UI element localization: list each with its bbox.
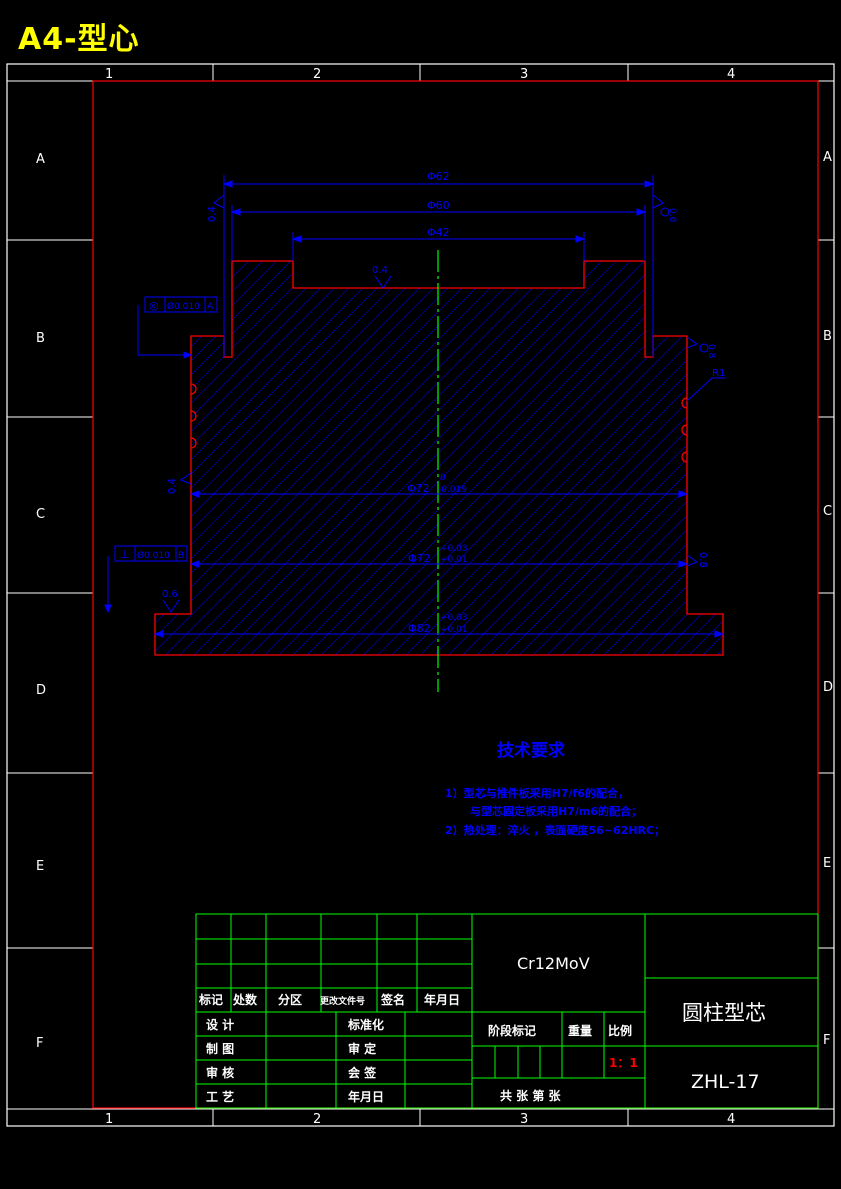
col-label-bottom: 2 — [313, 1112, 321, 1127]
material: Cr12MoV — [517, 954, 590, 973]
dim-d72b-tol-bot: +0.01 — [440, 555, 468, 565]
gtol-frame-bottom: ⊥ Ø0.010 B — [114, 545, 188, 562]
roughness-right-low: 0.8 — [697, 552, 708, 568]
part-name: 圆柱型芯 — [682, 1001, 766, 1025]
dim-d72a: Φ72 — [407, 482, 430, 495]
row-label-left: B — [36, 331, 45, 346]
title-block-text: 标记 处数 分区 更改文件号 签名 年月日 设 计 标准化 制 图 审 定 审 … — [198, 954, 766, 1104]
gtol-datum: A — [207, 302, 214, 312]
row-label-right: B — [823, 329, 832, 344]
roughness-top-right: 0.8 — [667, 208, 677, 223]
stage-header: 比例 — [608, 1023, 632, 1038]
row-label-left: C — [36, 507, 45, 522]
roughness-mark — [686, 336, 699, 349]
dim-d72a-tol-top: 0 — [440, 473, 446, 483]
drawing-number: ZHL-17 — [691, 1071, 760, 1093]
row-label-right: A — [823, 150, 832, 165]
row-label-right: C — [823, 504, 832, 519]
row-label-left: F — [36, 1036, 43, 1051]
part-section — [154, 250, 724, 692]
gtol-symbol: ◎ — [149, 299, 159, 312]
sign-label: 审 定 — [348, 1041, 376, 1056]
radius-label: R1 — [712, 368, 725, 379]
sign-label: 审 核 — [206, 1065, 234, 1080]
roughness-bottom-left: 0.6 — [162, 589, 178, 600]
sign-label: 标准化 — [347, 1017, 384, 1032]
stage-header: 重量 — [568, 1023, 592, 1038]
part-outline — [154, 260, 724, 656]
col-label-bottom: 3 — [520, 1112, 528, 1127]
roughness-mark — [179, 472, 192, 485]
rev-header: 年月日 — [424, 992, 460, 1007]
col-label-bottom: 4 — [727, 1112, 735, 1127]
tech-line: 与型芯固定板采用H7/m6的配合； — [470, 804, 642, 818]
tech-line: 2）热处理：淬火 ，表面硬度56~62HRC； — [445, 823, 665, 837]
tech-line: 1）型芯与推件板采用H7/f6的配合， — [445, 786, 629, 800]
rev-header: 处数 — [232, 992, 258, 1007]
stage-header: 阶段标记 — [488, 1023, 536, 1038]
gtol-value: Ø0.010 — [137, 550, 170, 561]
roughness-mark — [686, 554, 699, 567]
roughness-mark — [652, 194, 664, 209]
col-label-top: 3 — [520, 67, 528, 82]
row-label-left: E — [36, 859, 44, 874]
row-label-left: D — [36, 683, 46, 698]
roughness-left-mid: 0.4 — [167, 478, 178, 494]
sheet-count: 共 张 第 张 — [500, 1088, 562, 1103]
row-label-right: E — [823, 856, 831, 871]
dim-d72b-tol-top: +0.03 — [440, 544, 468, 554]
dim-d60: Φ60 — [427, 199, 450, 212]
gtol-value: Ø0.010 — [167, 301, 200, 312]
dim-d42: Φ42 — [427, 226, 450, 239]
dim-d82: Φ82 — [408, 622, 431, 635]
roughness-top-left: 0.4 — [207, 206, 218, 222]
dim-d62: Φ62 — [427, 170, 450, 183]
rev-header: 分区 — [278, 992, 302, 1007]
roughness-mark — [374, 275, 392, 289]
roughness-recess: 0.4 — [372, 265, 388, 276]
col-label-bottom: 1 — [105, 1112, 113, 1127]
tech-requirements: 技术要求 1）型芯与推件板采用H7/f6的配合， 与型芯固定板采用H7/m6的配… — [445, 740, 665, 837]
scale-value: 1：1 — [609, 1056, 638, 1070]
dim-d72a-tol-bot: -0.019 — [438, 485, 467, 495]
sign-label: 工 艺 — [206, 1089, 234, 1104]
row-label-right: F — [823, 1033, 830, 1048]
col-label-top: 2 — [313, 67, 321, 82]
roughness-mark — [213, 194, 225, 209]
roughness-mark — [162, 599, 180, 613]
dim-d72b: Φ72 — [408, 552, 431, 565]
sign-label: 年月日 — [348, 1089, 384, 1104]
row-label-right: D — [823, 680, 833, 695]
sign-label: 会 签 — [348, 1065, 377, 1080]
rev-header: 标记 — [198, 992, 223, 1007]
sign-label: 设 计 — [206, 1017, 234, 1032]
rev-header: 签名 — [380, 992, 405, 1007]
dim-d82-tol-top: +0.03 — [440, 613, 468, 623]
col-label-top: 1 — [105, 67, 113, 82]
gtol-symbol: ⊥ — [120, 548, 130, 561]
gtol-datum: B — [178, 551, 184, 561]
tech-heading: 技术要求 — [497, 740, 565, 761]
gtol-frame-top: ◎ Ø0.010 A — [144, 296, 218, 313]
row-label-left: A — [36, 152, 45, 167]
dim-d82-tol-bot: +0.01 — [440, 625, 468, 635]
sign-label: 制 图 — [206, 1041, 234, 1056]
roughness-right-mid: 0.8 — [706, 344, 716, 359]
col-label-top: 4 — [727, 67, 735, 82]
rev-header: 更改文件号 — [320, 995, 365, 1007]
drawing-sheet: 1 2 3 4 1 2 3 4 A B C D E F A B C D E F — [6, 63, 835, 1127]
